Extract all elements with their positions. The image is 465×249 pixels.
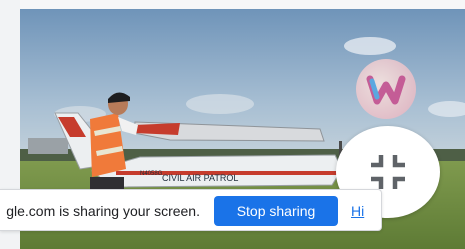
w-logo-icon xyxy=(356,59,416,119)
cloud xyxy=(186,94,254,114)
airplane-tail-number: N4058G xyxy=(140,171,163,177)
screen: CIVIL AIR PATROL N4058G gle.com is shari… xyxy=(0,0,465,249)
airplane-wing-stripe xyxy=(134,123,180,135)
airplane-label: CIVIL AIR PATROL xyxy=(162,173,238,183)
hangar xyxy=(28,138,68,154)
cloud xyxy=(344,37,396,55)
sharing-message: gle.com is sharing your screen. xyxy=(6,203,200,219)
exit-fullscreen-icon xyxy=(371,155,405,189)
stop-sharing-button[interactable]: Stop sharing xyxy=(214,196,338,226)
top-background xyxy=(0,0,465,9)
screen-sharing-bar: gle.com is sharing your screen. Stop sha… xyxy=(0,189,382,231)
hide-link[interactable]: Hi xyxy=(351,203,364,219)
